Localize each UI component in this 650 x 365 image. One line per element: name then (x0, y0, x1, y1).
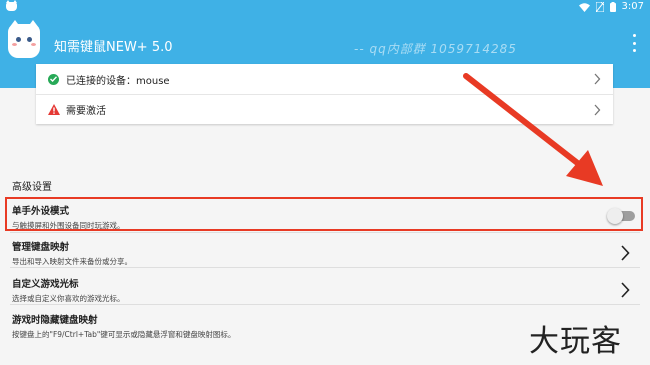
pref-subtitle: 选择或自定义你喜欢的游戏光标。 (12, 294, 125, 303)
cat-icon (6, 0, 17, 11)
app-logo-icon (8, 20, 40, 58)
connected-device-row[interactable]: 已连接的设备：mouse (36, 64, 613, 94)
activation-row[interactable]: 需要激活 (36, 94, 613, 124)
highlight-box (5, 197, 643, 231)
pref-title: 自定义游戏光标 (12, 279, 79, 290)
chevron-right-icon (594, 73, 601, 85)
custom-cursor-row[interactable]: 自定义游戏光标 选择或自定义你喜欢的游戏光标。 (0, 276, 650, 304)
chevron-right-icon (594, 104, 601, 116)
app-title: 知需键鼠NEW+ 5.0 (54, 40, 173, 55)
status-icons: 3:07 (578, 1, 644, 13)
check-circle-icon (48, 73, 59, 85)
status-bar: 3:07 (0, 0, 650, 14)
divider (10, 304, 640, 305)
battery-icon (609, 2, 616, 12)
watermark-text: -- qq内部群 1059714285 (354, 42, 517, 56)
device-status-card: 已连接的设备：mouse 需要激活 (36, 64, 613, 124)
divider (10, 267, 640, 268)
connected-device-label: 已连接的设备：mouse (66, 75, 170, 87)
section-title-advanced: 高级设置 (12, 182, 52, 193)
brand-logo-text: 大玩客 (529, 324, 622, 359)
no-sim-icon (595, 2, 604, 12)
warning-icon (48, 104, 60, 115)
chevron-right-icon (621, 245, 630, 261)
wifi-icon (578, 2, 590, 12)
divider (10, 232, 640, 233)
activation-label: 需要激活 (66, 106, 106, 117)
more-vert-icon[interactable] (628, 34, 640, 52)
clock: 3:07 (621, 1, 644, 12)
chevron-right-icon (621, 282, 630, 298)
pref-title: 管理键盘映射 (12, 242, 70, 253)
manage-keymap-row[interactable]: 管理键盘映射 导出和导入映射文件来备份或分享。 (0, 239, 650, 267)
pref-subtitle: 导出和导入映射文件来备份或分享。 (12, 257, 132, 266)
